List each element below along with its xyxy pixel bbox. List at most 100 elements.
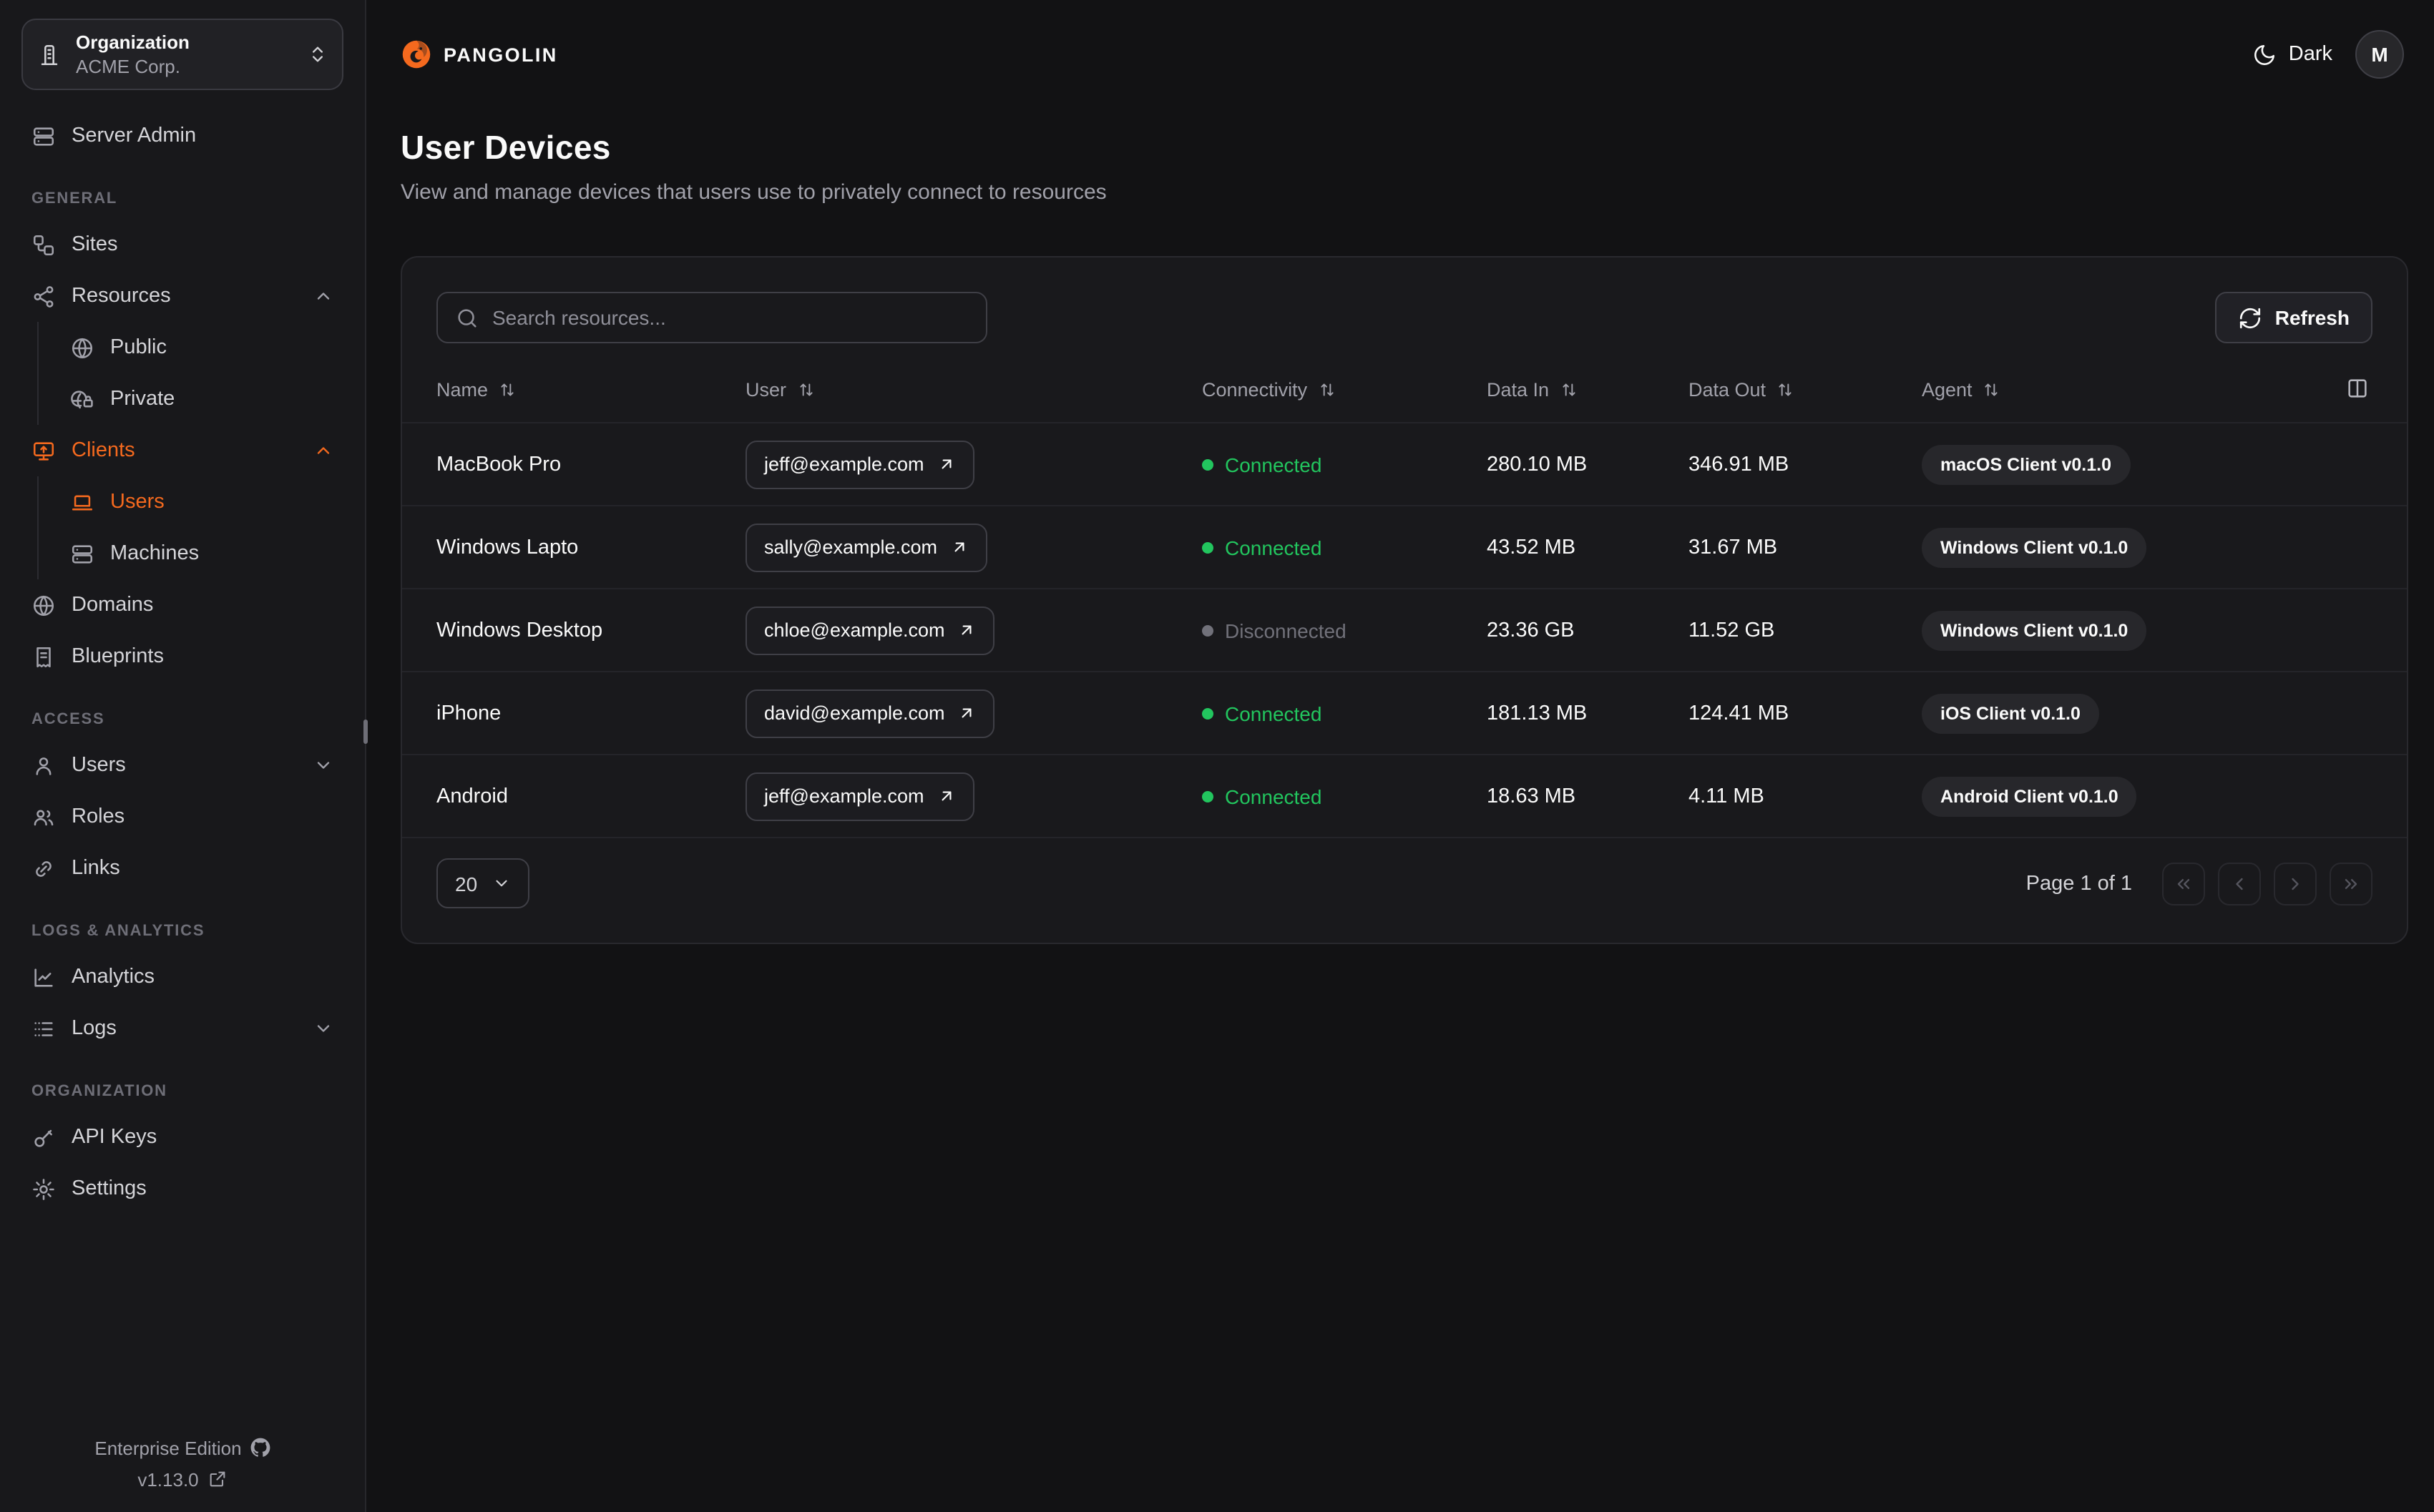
column-header-user[interactable]: User xyxy=(746,379,1202,401)
device-name: Windows Lapto xyxy=(436,536,579,559)
next-page-button[interactable] xyxy=(2274,862,2317,905)
sidebar-item-blueprints[interactable]: Blueprints xyxy=(20,631,345,682)
device-name: MacBook Pro xyxy=(436,453,562,476)
sidebar-item-label: Blueprints xyxy=(72,645,164,668)
sort-icon xyxy=(1559,381,1578,399)
column-header-name[interactable]: Name xyxy=(436,379,746,401)
page-title: User Devices xyxy=(401,129,611,166)
org-selector-value: ACME Corp. xyxy=(76,56,180,77)
chevron-right-icon xyxy=(2285,873,2305,893)
sidebar-item-machines[interactable]: Machines xyxy=(59,528,345,579)
column-header-data-out[interactable]: Data Out xyxy=(1688,379,1922,401)
columns-icon xyxy=(2345,376,2370,401)
sidebar-item-clients[interactable]: Clients xyxy=(20,425,345,476)
sidebar-item-label: Sites xyxy=(72,233,118,256)
search-box xyxy=(436,292,987,343)
last-page-button[interactable] xyxy=(2330,862,2372,905)
sidebar-item-resources[interactable]: Resources xyxy=(20,270,345,322)
chevrons-right-icon xyxy=(2341,873,2361,893)
page-subtitle: View and manage devices that users use t… xyxy=(401,180,1107,205)
sidebar-item-label: Domains xyxy=(72,594,154,617)
sidebar-item-analytics[interactable]: Analytics xyxy=(20,951,345,1003)
sidebar-item-logs[interactable]: Logs xyxy=(20,1003,345,1054)
data-out-value: 346.91 MB xyxy=(1688,453,1789,476)
workflow-icon xyxy=(31,232,56,257)
status-dot xyxy=(1202,541,1213,553)
sidebar-item-label: Machines xyxy=(110,542,200,565)
refresh-button[interactable]: Refresh xyxy=(2214,292,2372,343)
user-link-button[interactable]: jeff@example.com xyxy=(746,772,974,820)
prev-page-button[interactable] xyxy=(2218,862,2261,905)
first-page-button[interactable] xyxy=(2162,862,2205,905)
theme-toggle[interactable]: Dark xyxy=(2253,42,2332,67)
devices-card: Refresh Name User Connectivity xyxy=(401,256,2408,944)
data-in-value: 23.36 GB xyxy=(1487,619,1575,642)
search-icon xyxy=(455,305,479,330)
agent-badge: Windows Client v0.1.0 xyxy=(1922,610,2147,650)
sidebar-section-general: GENERAL xyxy=(31,190,118,207)
status-dot xyxy=(1202,458,1213,470)
connectivity-status: Connected xyxy=(1202,536,1487,559)
sidebar-section-access: ACCESS xyxy=(31,711,105,728)
connectivity-status: Disconnected xyxy=(1202,619,1487,642)
monitor-up-icon xyxy=(31,438,56,463)
gear-icon xyxy=(31,1177,56,1201)
sidebar-item-label: Logs xyxy=(72,1017,117,1040)
sidebar-item-label: Roles xyxy=(72,805,125,828)
user-icon xyxy=(31,753,56,777)
page-size-value: 20 xyxy=(455,872,478,895)
search-input[interactable] xyxy=(492,306,969,329)
edition-link[interactable]: Enterprise Edition xyxy=(14,1432,351,1463)
sidebar-nav: Server Admin GENERAL Sites Resources Pub… xyxy=(0,99,365,1432)
table-row: MacBook Pro jeff@example.com Connected 2… xyxy=(402,423,2407,506)
org-selector[interactable]: Organization ACME Corp. xyxy=(21,19,343,90)
brand[interactable]: PANGOLIN xyxy=(401,39,558,70)
chevron-down-icon xyxy=(313,755,333,775)
user-link-button[interactable]: jeff@example.com xyxy=(746,440,974,489)
sidebar-section-organization: ORGANIZATION xyxy=(31,1083,167,1100)
sidebar-item-settings[interactable]: Settings xyxy=(20,1163,345,1214)
sidebar-item-private[interactable]: Private xyxy=(59,373,345,425)
pangolin-logo-icon xyxy=(401,39,432,70)
sidebar-item-roles[interactable]: Roles xyxy=(20,791,345,843)
sidebar-item-api-keys[interactable]: API Keys xyxy=(20,1111,345,1163)
sidebar-item-domains[interactable]: Domains xyxy=(20,579,345,631)
user-avatar[interactable]: M xyxy=(2355,30,2404,79)
table-row: Windows Lapto sally@example.com Connecte… xyxy=(402,506,2407,589)
column-header-data-in[interactable]: Data In xyxy=(1487,379,1688,401)
sidebar-resize-handle[interactable] xyxy=(363,720,368,744)
connectivity-status: Connected xyxy=(1202,453,1487,476)
columns-toggle-button[interactable] xyxy=(2340,370,2375,411)
main-content: PANGOLIN Dark M User Devices View and ma… xyxy=(366,0,2434,1512)
status-dot xyxy=(1202,790,1213,802)
server-icon xyxy=(70,541,94,566)
sidebar-item-label: Analytics xyxy=(72,966,155,988)
column-header-agent[interactable]: Agent xyxy=(1922,379,2372,401)
sidebar-item-label: Clients xyxy=(72,439,135,462)
sidebar-item-sites[interactable]: Sites xyxy=(20,219,345,270)
sidebar-item-server-admin[interactable]: Server Admin xyxy=(20,110,345,162)
building-icon xyxy=(37,42,62,67)
sidebar-item-clients-users[interactable]: Users xyxy=(59,476,345,528)
data-in-value: 43.52 MB xyxy=(1487,536,1576,559)
org-selector-label: Organization xyxy=(76,31,190,53)
agent-badge: Windows Client v0.1.0 xyxy=(1922,527,2147,567)
user-link-button[interactable]: chloe@example.com xyxy=(746,606,995,654)
page-size-select[interactable]: 20 xyxy=(436,858,529,908)
sidebar-item-links[interactable]: Links xyxy=(20,843,345,894)
sidebar-item-label: Settings xyxy=(72,1177,147,1200)
data-in-value: 18.63 MB xyxy=(1487,785,1576,807)
server-icon xyxy=(31,124,56,148)
share-nodes-icon xyxy=(31,284,56,308)
topbar: PANGOLIN Dark M xyxy=(366,0,2434,109)
user-link-button[interactable]: david@example.com xyxy=(746,689,995,737)
sidebar-item-public[interactable]: Public xyxy=(59,322,345,373)
user-link-button[interactable]: sally@example.com xyxy=(746,523,987,571)
chevrons-left-icon xyxy=(2174,873,2194,893)
version-link[interactable]: v1.13.0 xyxy=(14,1463,351,1495)
column-header-connectivity[interactable]: Connectivity xyxy=(1202,379,1487,401)
arrow-up-right-icon xyxy=(950,538,969,556)
sidebar-item-access-users[interactable]: Users xyxy=(20,740,345,791)
edition-label: Enterprise Edition xyxy=(94,1437,242,1458)
sidebar: Organization ACME Corp. Server Admin GEN… xyxy=(0,0,368,1512)
